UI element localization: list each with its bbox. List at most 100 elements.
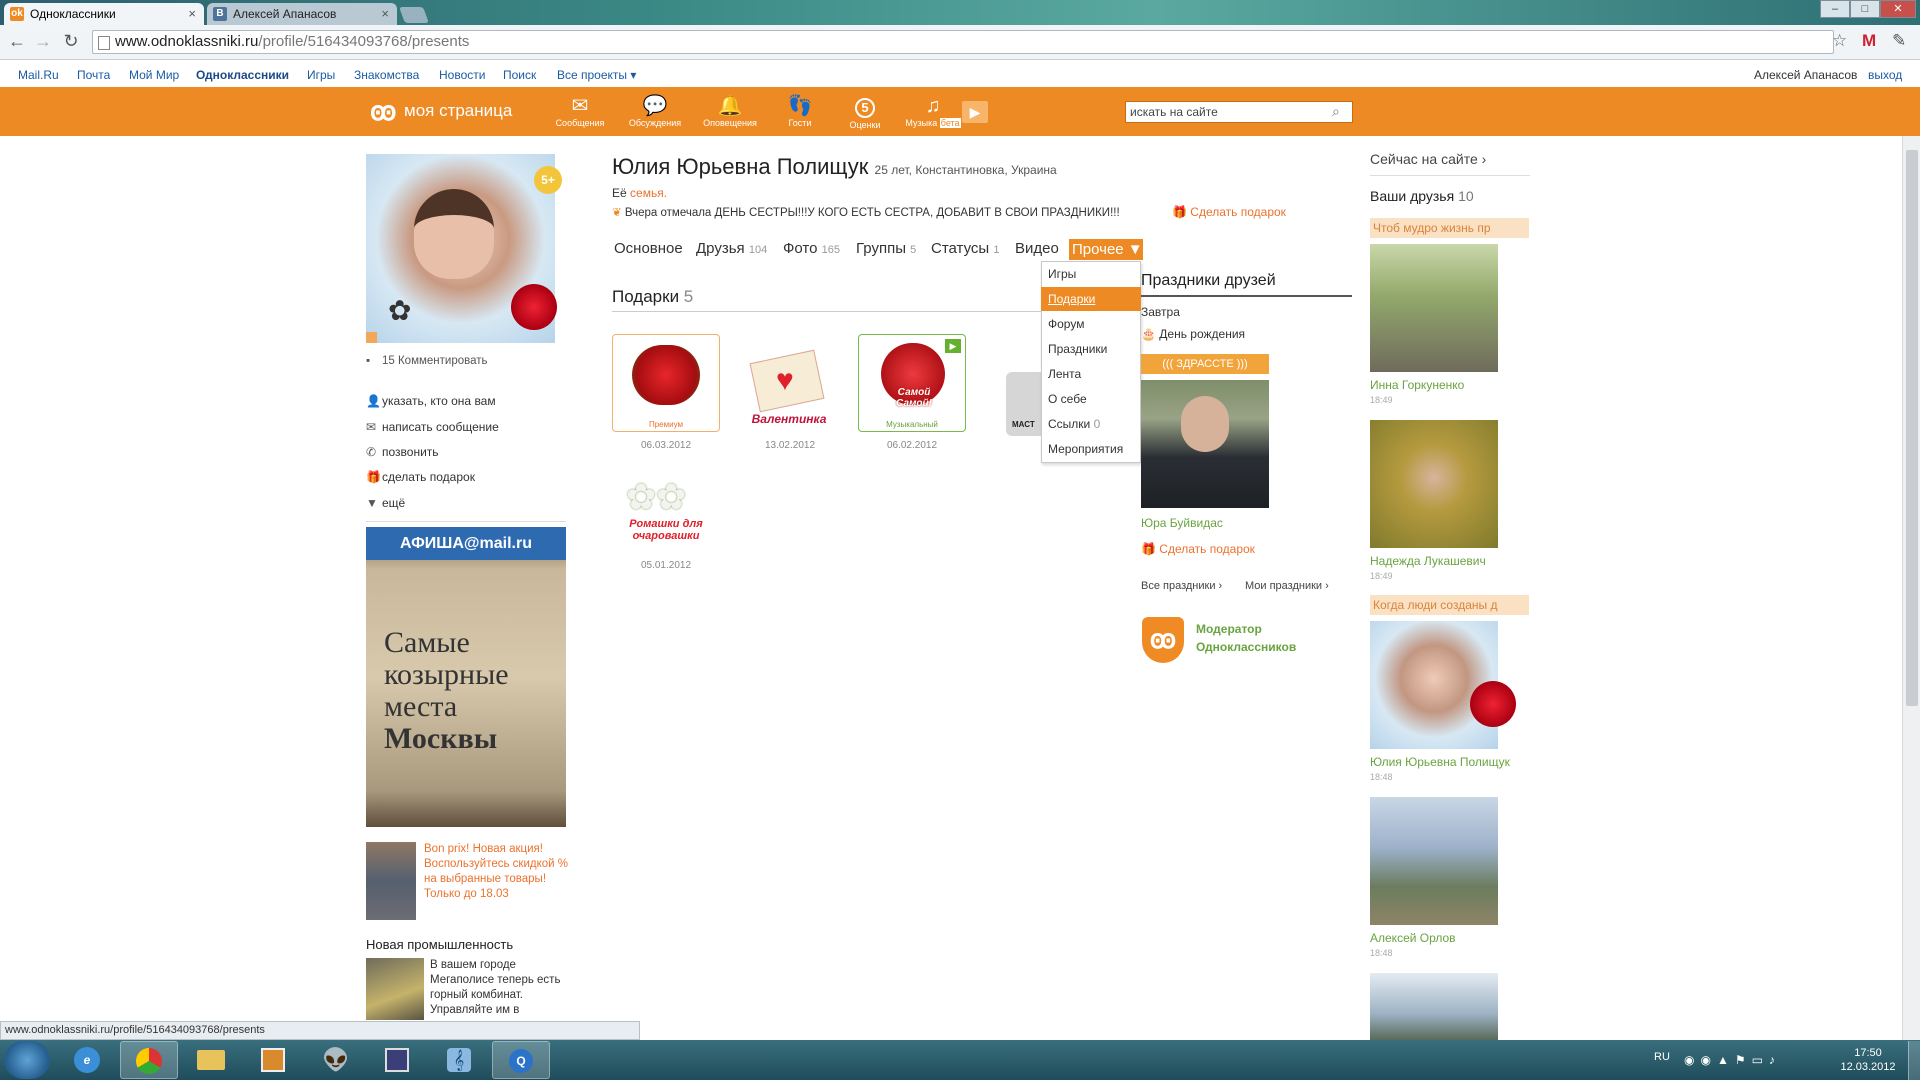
action-more[interactable]: ▼ ещё — [366, 496, 405, 510]
friend-photo[interactable] — [1370, 973, 1498, 1040]
logout-link[interactable]: выход — [1868, 68, 1902, 82]
all-holidays-link[interactable]: Все праздники › — [1141, 580, 1222, 592]
friend-photo[interactable] — [1370, 244, 1498, 372]
start-button[interactable] — [4, 1041, 50, 1079]
site-search-input[interactable]: искать на сайте — [1125, 101, 1353, 123]
taskbar-qip[interactable]: Q — [492, 1041, 550, 1079]
bonprix-ad-image[interactable] — [366, 842, 416, 920]
scrollbar-thumb[interactable] — [1906, 150, 1918, 706]
news-link[interactable]: Новости — [439, 68, 485, 82]
mailru-link[interactable]: Mail.Ru — [18, 68, 59, 82]
notifications-button[interactable]: 🔔 Оповещения — [695, 96, 765, 128]
reload-icon[interactable]: ↻ — [60, 31, 82, 52]
afisha-ad[interactable]: АФИША@mail.ru Самые козырные места Москв… — [366, 527, 566, 827]
taskbar-music[interactable]: 𝄞 — [430, 1041, 488, 1079]
games-link[interactable]: Игры — [307, 68, 335, 82]
friend-photo[interactable] — [1370, 420, 1498, 548]
dropdown-feed[interactable]: Лента — [1041, 362, 1141, 386]
gift-musical-rose[interactable]: Самой Самой! ▶ Музыкальный — [858, 334, 966, 432]
close-window-button[interactable]: ✕ — [1880, 0, 1916, 18]
tab-more[interactable]: Прочее ▼ — [1069, 239, 1143, 260]
ratings-button[interactable]: 5 Оценки — [830, 96, 900, 130]
friend-name[interactable]: Надежда Лукашевич — [1370, 554, 1486, 568]
odnoklassniki-link[interactable]: Одноклассники — [196, 68, 289, 82]
my-page-link[interactable]: моя страница — [404, 101, 512, 121]
show-desktop-button[interactable] — [1908, 1041, 1920, 1080]
action-message[interactable]: ✉ написать сообщение — [366, 420, 499, 434]
minimize-button[interactable]: – — [1820, 0, 1850, 18]
dropdown-gifts[interactable]: Подарки — [1041, 287, 1141, 311]
wrench-icon[interactable]: ✎ — [1892, 31, 1906, 51]
dropdown-events[interactable]: Мероприятия — [1041, 437, 1141, 461]
back-icon[interactable]: ← — [6, 31, 28, 52]
friend-name[interactable]: Инна Горкуненко — [1370, 378, 1464, 392]
tab-statuses[interactable]: Статусы 1 — [931, 240, 1000, 257]
dropdown-forum[interactable]: Форум — [1041, 312, 1141, 336]
holiday-friend-photo[interactable] — [1141, 380, 1269, 508]
all-projects-link[interactable]: Все проекты ▾ — [557, 68, 636, 82]
taskbar-explorer[interactable] — [182, 1041, 240, 1079]
close-tab-icon[interactable]: × — [381, 3, 389, 25]
current-user[interactable]: Алексей Апанасов — [1754, 68, 1857, 82]
ok-logo-icon[interactable]: ꙭ — [370, 96, 396, 126]
tab-photos[interactable]: Фото 165 — [783, 240, 840, 257]
tab-video[interactable]: Видео — [1015, 240, 1059, 257]
taskbar-ie[interactable]: e — [58, 1041, 116, 1079]
online-now-link[interactable]: Сейчас на сайте › — [1370, 151, 1486, 167]
language-indicator[interactable]: RU — [1654, 1051, 1670, 1063]
tab-main[interactable]: Основное — [614, 240, 683, 257]
taskbar-media[interactable] — [244, 1041, 302, 1079]
tab-odnoklassniki[interactable]: ok Одноклассники × — [4, 3, 204, 25]
action-gift[interactable]: 🎁сделать подарок — [366, 470, 475, 484]
close-tab-icon[interactable]: × — [188, 3, 196, 25]
holiday-gift-link[interactable]: 🎁 Сделать подарок — [1141, 542, 1255, 556]
taskbar-app[interactable]: 👽 — [306, 1041, 364, 1079]
clock[interactable]: 17:50 12.03.2012 — [1838, 1046, 1898, 1074]
friend-name[interactable]: Алексей Орлов — [1370, 931, 1456, 945]
news-ad-image[interactable] — [366, 958, 424, 1020]
news-ad-title[interactable]: Новая промышленность — [366, 937, 513, 952]
bonprix-ad-text[interactable]: Bon prix! Новая акция! Воспользуйтесь ск… — [424, 842, 569, 902]
friend-name[interactable]: Юлия Юрьевна Полищук — [1370, 755, 1510, 769]
holiday-friend-name[interactable]: Юра Буйвидас — [1141, 516, 1223, 530]
address-bar[interactable]: www.odnoklassniki.ru/profile/51643409376… — [92, 30, 1834, 54]
gift-camera-partial[interactable]: МАСТ — [1006, 372, 1042, 436]
dropdown-games[interactable]: Игры — [1041, 262, 1141, 286]
guests-button[interactable]: 👣 Гости — [765, 96, 835, 128]
maximize-button[interactable]: □ — [1850, 0, 1880, 18]
gmail-icon[interactable]: M — [1862, 31, 1876, 51]
friend-photo[interactable] — [1370, 797, 1498, 925]
play-icon[interactable]: ▶ — [962, 101, 988, 123]
moderator-shield-icon[interactable]: ꙭ — [1142, 617, 1184, 663]
forward-icon[interactable]: → — [32, 31, 54, 52]
search-icon[interactable]: ⌕ — [1332, 103, 1340, 120]
taskbar-disk[interactable] — [368, 1041, 426, 1079]
tray-icons[interactable]: ◉◉▲⚑▭♪ — [1684, 1053, 1781, 1067]
tab-vk[interactable]: В Алексей Апанасов × — [207, 3, 397, 25]
moderator-link[interactable]: Модератор Одноклассников — [1196, 620, 1316, 656]
comments-link[interactable]: ▪ 15 Комментировать — [366, 355, 488, 367]
family-link[interactable]: семья. — [630, 186, 667, 200]
action-call[interactable]: ✆ позвонить — [366, 445, 439, 459]
search-link[interactable]: Поиск — [503, 68, 536, 82]
gift-premium-roses[interactable]: Премиум — [612, 334, 720, 432]
page-scrollbar[interactable] — [1902, 136, 1920, 1040]
action-relation[interactable]: 👤указать, кто она вам — [366, 394, 496, 408]
star-icon[interactable]: ☆ — [1832, 31, 1847, 51]
messages-button[interactable]: ✉ Сообщения — [545, 96, 615, 128]
profile-avatar[interactable]: ✿ 5+ — [366, 154, 562, 343]
dropdown-holidays[interactable]: Праздники — [1041, 337, 1141, 361]
dating-link[interactable]: Знакомства — [354, 68, 419, 82]
make-gift-link[interactable]: 🎁 Сделать подарок — [1172, 205, 1286, 219]
gift-valentine[interactable]: ♥ Валентинка — [736, 334, 844, 432]
discussions-button[interactable]: 💬 Обсуждения — [620, 96, 690, 128]
taskbar-chrome[interactable] — [120, 1041, 178, 1079]
gift-daisies[interactable]: ✿✿ Ромашки для очаровашки — [612, 468, 720, 566]
my-world-link[interactable]: Мой Мир — [129, 68, 179, 82]
mail-link[interactable]: Почта — [77, 68, 110, 82]
tab-friends[interactable]: Друзья 104 — [696, 240, 767, 257]
music-button[interactable]: ♫ Музыка бета — [898, 96, 968, 128]
my-holidays-link[interactable]: Мои праздники › — [1245, 580, 1329, 592]
dropdown-links[interactable]: Ссылки 0 — [1041, 412, 1141, 436]
friend-photo[interactable] — [1370, 621, 1516, 749]
